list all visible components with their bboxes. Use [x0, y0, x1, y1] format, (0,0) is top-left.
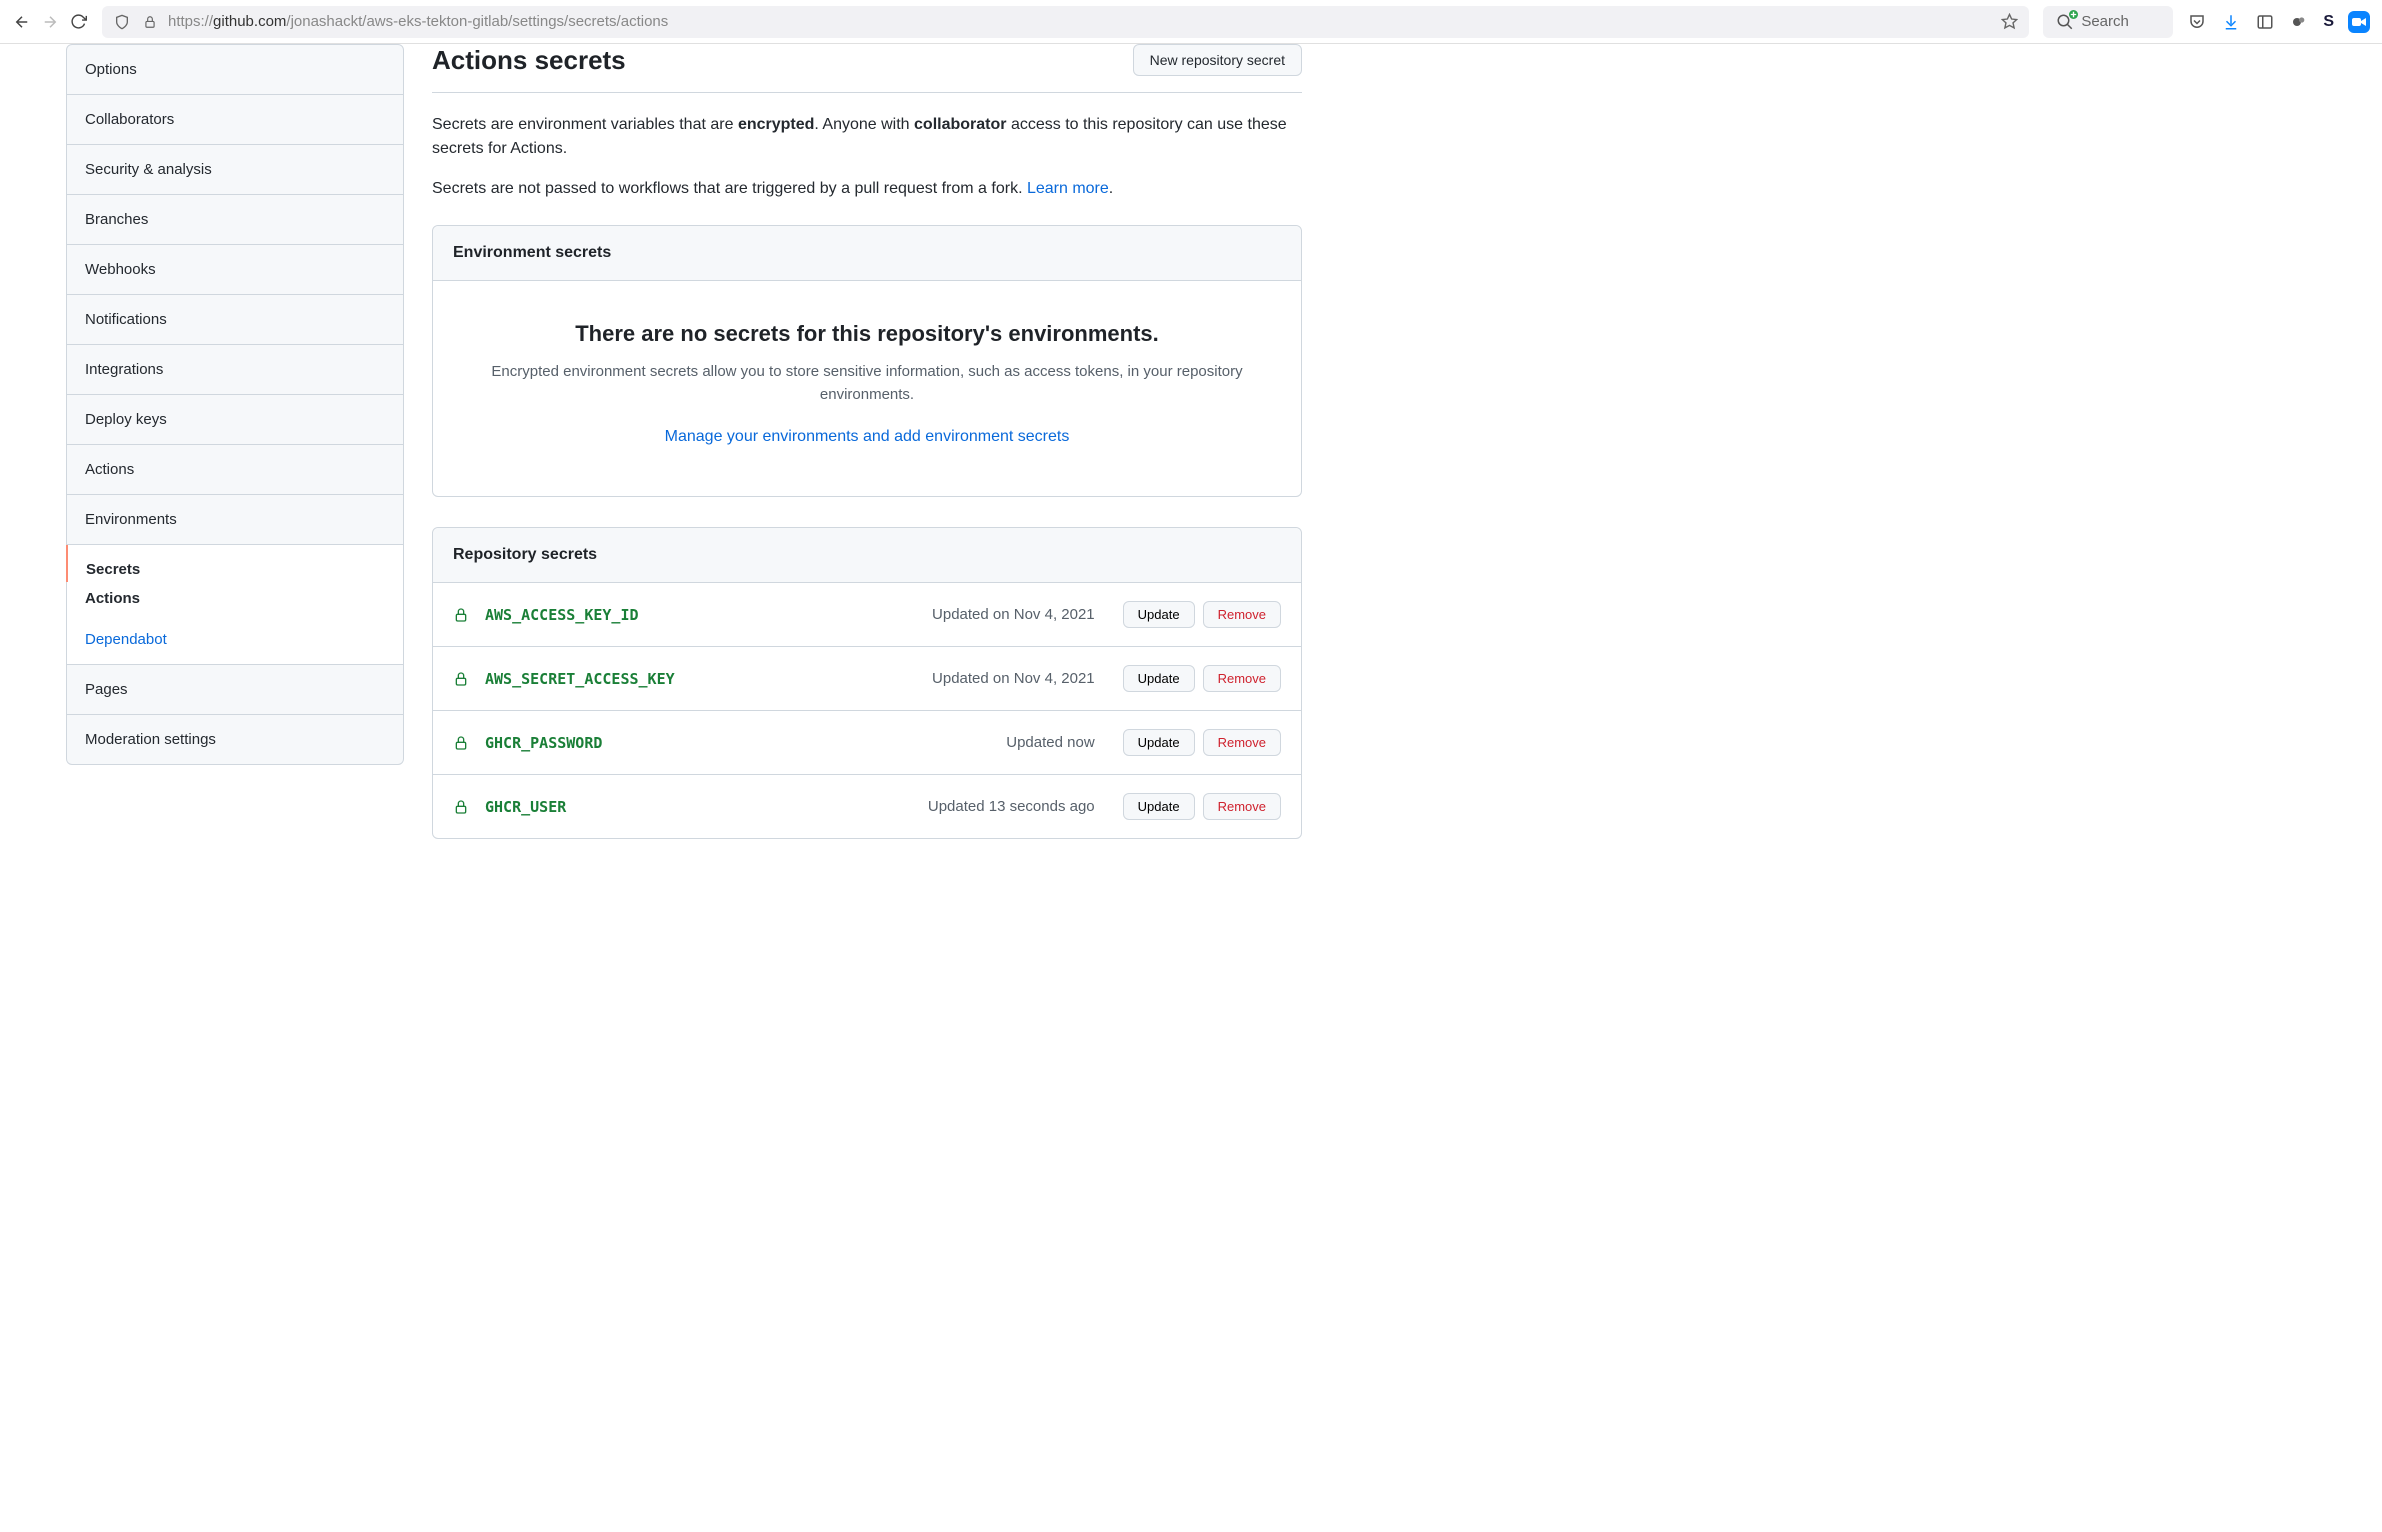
sidebar-item-label: Environments	[85, 511, 177, 528]
settings-sidebar: Options Collaborators Security & analysi…	[66, 44, 404, 765]
sidebar-item-notifications[interactable]: Notifications	[67, 295, 403, 345]
search-placeholder: Search	[2081, 13, 2129, 30]
sidebar-item-secrets[interactable]: Secrets	[66, 545, 403, 582]
environment-secrets-empty: There are no secrets for this repository…	[433, 281, 1301, 496]
star-icon[interactable]	[1999, 12, 2019, 32]
description-2: Secrets are not passed to workflows that…	[432, 177, 1302, 201]
description-1: Secrets are environment variables that a…	[432, 113, 1302, 161]
secret-row: AWS_SECRET_ACCESS_KEY Updated on Nov 4, …	[433, 647, 1301, 711]
secret-updated: Updated now	[1006, 734, 1094, 751]
sidebar-item-label: Branches	[85, 211, 148, 228]
sidebar-item-label: Webhooks	[85, 261, 156, 278]
secret-name: AWS_ACCESS_KEY_ID	[485, 606, 916, 624]
manage-environments-link[interactable]: Manage your environments and add environ…	[665, 428, 1070, 445]
update-secret-button[interactable]: Update	[1123, 665, 1195, 692]
sidebar-item-label: Deploy keys	[85, 411, 167, 428]
sidebar-item-webhooks[interactable]: Webhooks	[67, 245, 403, 295]
empty-title: There are no secrets for this repository…	[473, 321, 1261, 347]
lock-icon	[453, 734, 469, 752]
sidebar-item-label: Notifications	[85, 311, 167, 328]
library-icon[interactable]	[2255, 12, 2275, 32]
sidebar-item-environments[interactable]: Environments	[67, 495, 403, 545]
extension-icon[interactable]	[2289, 12, 2309, 32]
environment-secrets-header: Environment secrets	[433, 226, 1301, 281]
repository-secrets-header: Repository secrets	[433, 528, 1301, 583]
download-icon[interactable]	[2221, 12, 2241, 32]
sidebar-item-options[interactable]: Options	[67, 45, 403, 95]
remove-secret-button[interactable]: Remove	[1203, 729, 1281, 756]
secret-name: AWS_SECRET_ACCESS_KEY	[485, 670, 916, 688]
sidebar-item-actions[interactable]: Actions	[67, 445, 403, 495]
sidebar-item-label: Options	[85, 61, 137, 78]
sidebar-subitem-actions[interactable]: Actions	[67, 582, 403, 623]
secret-row: GHCR_USER Updated 13 seconds ago Update …	[433, 775, 1301, 838]
sidebar-item-collaborators[interactable]: Collaborators	[67, 95, 403, 145]
secret-name: GHCR_PASSWORD	[485, 734, 990, 752]
browser-toolbar: https://github.com/jonashackt/aws-eks-te…	[0, 0, 2382, 44]
sidebar-item-label: Actions	[85, 461, 134, 478]
divider	[432, 92, 1302, 93]
lock-icon	[453, 670, 469, 688]
nav-reload-button[interactable]	[68, 12, 88, 32]
search-box[interactable]: Search	[2043, 6, 2173, 38]
secret-name: GHCR_USER	[485, 798, 912, 816]
learn-more-link[interactable]: Learn more	[1027, 180, 1109, 197]
secret-updated: Updated on Nov 4, 2021	[932, 670, 1095, 687]
nav-forward-button[interactable]	[40, 12, 60, 32]
sidebar-item-integrations[interactable]: Integrations	[67, 345, 403, 395]
nav-back-button[interactable]	[12, 12, 32, 32]
search-icon	[2055, 12, 2075, 32]
toolbar-right-icons: S	[2181, 11, 2370, 33]
remove-secret-button[interactable]: Remove	[1203, 665, 1281, 692]
sidebar-item-label: Collaborators	[85, 111, 174, 128]
secret-updated: Updated on Nov 4, 2021	[932, 606, 1095, 623]
lock-icon	[453, 606, 469, 624]
sidebar-item-security[interactable]: Security & analysis	[67, 145, 403, 195]
sidebar-item-label: Moderation settings	[85, 731, 216, 748]
update-secret-button[interactable]: Update	[1123, 729, 1195, 756]
sidebar-item-deploy-keys[interactable]: Deploy keys	[67, 395, 403, 445]
secret-row: AWS_ACCESS_KEY_ID Updated on Nov 4, 2021…	[433, 583, 1301, 647]
repository-secrets-panel: Repository secrets AWS_ACCESS_KEY_ID Upd…	[432, 527, 1302, 839]
environment-secrets-panel: Environment secrets There are no secrets…	[432, 225, 1302, 497]
shield-icon	[112, 12, 132, 32]
sidebar-item-label: Security & analysis	[85, 161, 212, 178]
update-secret-button[interactable]: Update	[1123, 601, 1195, 628]
update-secret-button[interactable]: Update	[1123, 793, 1195, 820]
sidebar-item-label: Secrets	[86, 561, 140, 578]
url-text: https://github.com/jonashackt/aws-eks-te…	[168, 13, 1991, 30]
sidebar-item-moderation[interactable]: Moderation settings	[67, 715, 403, 764]
page-title: Actions secrets	[432, 45, 626, 76]
sidebar-item-label: Integrations	[85, 361, 163, 378]
empty-text: Encrypted environment secrets allow you …	[473, 361, 1261, 406]
remove-secret-button[interactable]: Remove	[1203, 793, 1281, 820]
secret-row: GHCR_PASSWORD Updated now Update Remove	[433, 711, 1301, 775]
sidebar-item-label: Pages	[85, 681, 128, 698]
profile-s-icon[interactable]: S	[2323, 13, 2334, 31]
zoom-app-icon[interactable]	[2348, 11, 2370, 33]
main-content: Actions secrets New repository secret Se…	[432, 44, 1352, 869]
secret-updated: Updated 13 seconds ago	[928, 798, 1095, 815]
remove-secret-button[interactable]: Remove	[1203, 601, 1281, 628]
new-repository-secret-button[interactable]: New repository secret	[1133, 44, 1302, 76]
lock-icon	[140, 12, 160, 32]
sidebar-item-pages[interactable]: Pages	[67, 665, 403, 715]
sidebar-subitem-dependabot[interactable]: Dependabot	[67, 623, 403, 664]
pocket-icon[interactable]	[2187, 12, 2207, 32]
sidebar-item-branches[interactable]: Branches	[67, 195, 403, 245]
url-bar[interactable]: https://github.com/jonashackt/aws-eks-te…	[102, 6, 2029, 38]
lock-icon	[453, 798, 469, 816]
sidebar-secrets-group: Secrets Actions Dependabot	[67, 545, 403, 665]
